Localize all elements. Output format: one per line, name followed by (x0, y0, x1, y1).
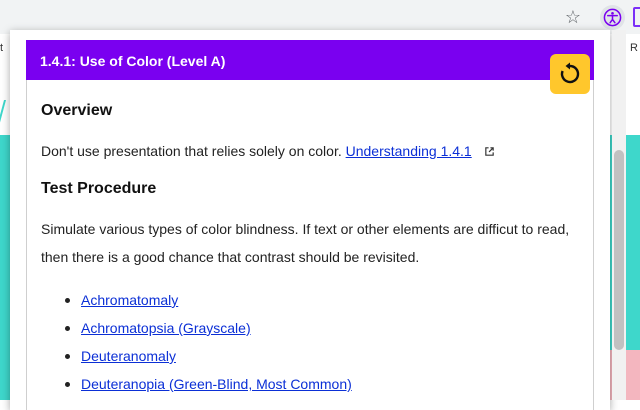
external-link-icon (484, 147, 494, 156)
list-item: Achromatopsia (Grayscale) (65, 314, 352, 342)
simulation-link[interactable]: Deuteranomaly (81, 348, 176, 364)
guideline-header: 1.4.1: Use of Color (Level A) (26, 40, 594, 80)
simulation-list: Achromatomaly Achromatopsia (Grayscale) … (41, 286, 352, 398)
list-item: Achromatomaly (65, 286, 352, 314)
understanding-link[interactable]: Understanding 1.4.1 (346, 143, 472, 159)
refresh-icon (560, 62, 580, 84)
address-bar[interactable] (0, 4, 596, 30)
guideline-title: 1.4.1: Use of Color (Level A) (40, 53, 226, 69)
browser-toolbar: ☆ (0, 0, 640, 34)
simulation-link[interactable]: Achromatopsia (Grayscale) (81, 320, 251, 336)
simulation-link[interactable]: Achromatomaly (81, 292, 178, 308)
scrollbar-thumb[interactable] (614, 150, 624, 350)
test-procedure-heading: Test Procedure (41, 180, 157, 197)
simulation-link[interactable]: Deuteranopia (Green-Blind, Most Common) (81, 376, 352, 392)
overview-description: Don't use presentation that relies solel… (41, 143, 342, 159)
bookmark-item[interactable]: R (630, 42, 638, 54)
refresh-button[interactable] (550, 54, 590, 94)
accessibility-icon (603, 8, 622, 27)
list-item: Deuteranopia (Green-Blind, Most Common) (65, 370, 352, 398)
test-procedure-text: Simulate various types of color blindnes… (41, 221, 570, 265)
bookmark-star-icon[interactable]: ☆ (562, 6, 584, 28)
overview-heading: Overview (41, 102, 113, 119)
accessibility-extension-button[interactable] (600, 5, 625, 30)
extension-icon[interactable] (633, 7, 640, 27)
bookmark-item[interactable]: t (0, 42, 3, 54)
overview-text: Don't use presentation that relies solel… (41, 137, 581, 165)
list-item: Deuteranomaly (65, 342, 352, 370)
